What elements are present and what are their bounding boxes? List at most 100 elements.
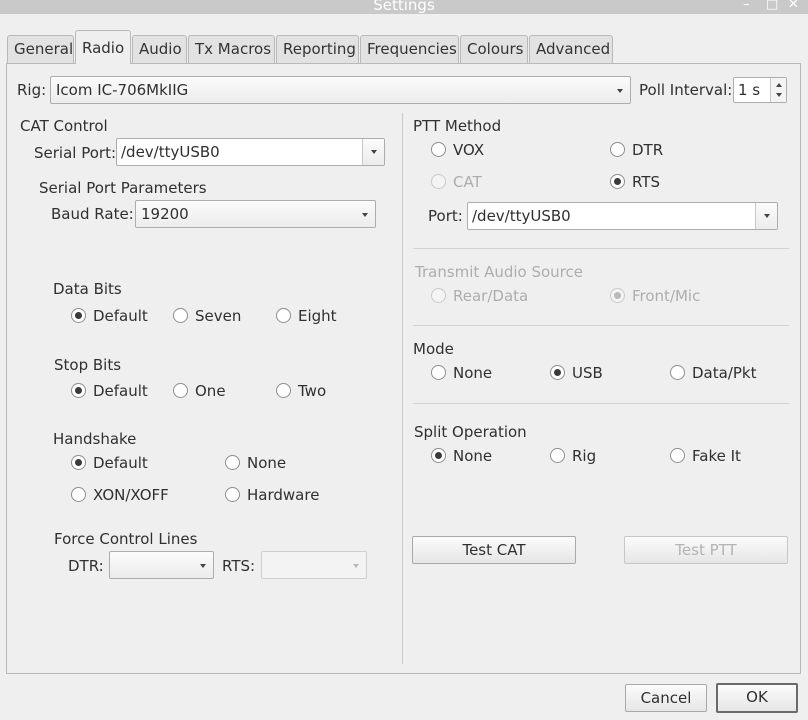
chevron-up-icon[interactable]: [776, 83, 782, 87]
radio-unchecked-icon[interactable]: [431, 288, 446, 303]
tab-general[interactable]: General: [7, 35, 74, 63]
test-ptt-button[interactable]: Test PTT: [624, 536, 788, 564]
radio-unchecked-icon[interactable]: [173, 383, 188, 398]
handshake-title: Handshake: [53, 430, 137, 448]
ptt-port-value[interactable]: /dev/ttyUSB0: [472, 203, 571, 229]
minimize-icon[interactable]: –: [743, 0, 750, 14]
poll-interval-label: Poll Interval:: [639, 81, 733, 99]
spin-buttons[interactable]: [770, 78, 786, 102]
radio-checked-icon[interactable]: [71, 308, 86, 323]
stop-bits-title: Stop Bits: [54, 356, 122, 374]
radio-label: None: [453, 364, 493, 382]
tab-advanced[interactable]: Advanced: [529, 35, 613, 63]
ptt-port-dropdown-button[interactable]: [755, 203, 777, 229]
radio-label: USB: [572, 364, 603, 382]
transmit-audio-source-title: Transmit Audio Source: [415, 263, 583, 281]
baud-rate-select[interactable]: 19200: [135, 200, 376, 228]
serial-port-parameters-title: Serial Port Parameters: [39, 179, 207, 197]
radio-label: DTR: [632, 141, 664, 159]
serial-port-label: Serial Port:: [34, 144, 117, 162]
radio-label: Fake It: [692, 447, 741, 465]
radio-unchecked-icon[interactable]: [225, 455, 240, 470]
separator: [413, 403, 789, 404]
radio-label: Two: [298, 382, 327, 400]
tab-radio[interactable]: Radio: [75, 30, 131, 64]
data-bits-title: Data Bits: [53, 280, 122, 298]
radio-label: RTS: [632, 173, 661, 191]
tab-frequencies[interactable]: Frequencies: [360, 35, 459, 63]
poll-interval-spinbox[interactable]: 1 s: [733, 77, 787, 103]
ok-button[interactable]: OK: [716, 683, 798, 713]
column-divider: [402, 113, 403, 664]
cancel-button[interactable]: Cancel: [625, 684, 707, 712]
tab-audio[interactable]: Audio: [132, 35, 187, 63]
maximize-icon[interactable]: □: [766, 0, 778, 14]
radio-unchecked-icon[interactable]: [276, 383, 291, 398]
radio-unchecked-icon[interactable]: [431, 174, 446, 189]
radio-unchecked-icon[interactable]: [71, 487, 86, 502]
rig-select[interactable]: Icom IC-706MkIIG: [50, 76, 631, 104]
rts-select[interactable]: [261, 551, 367, 579]
rts-label: RTS:: [222, 557, 256, 575]
radio-unchecked-icon[interactable]: [431, 365, 446, 380]
radio-label: XON/XOFF: [93, 486, 169, 504]
serial-port-combo[interactable]: /dev/ttyUSB0: [116, 138, 385, 166]
radio-checked-icon[interactable]: [610, 174, 625, 189]
test-cat-button[interactable]: Test CAT: [412, 536, 576, 564]
chevron-down-icon: [362, 213, 368, 217]
radio-unchecked-icon[interactable]: [431, 142, 446, 157]
ptt-port-combo[interactable]: /dev/ttyUSB0: [467, 202, 778, 230]
radio-label: Hardware: [247, 486, 320, 504]
rig-label: Rig:: [17, 81, 47, 99]
split-operation-title: Split Operation: [414, 423, 527, 441]
tab-reporting[interactable]: Reporting: [276, 35, 359, 63]
radio-label: None: [247, 454, 287, 472]
cat-control-title: CAT Control: [20, 117, 108, 135]
radio-unchecked-icon[interactable]: [225, 487, 240, 502]
serial-port-value[interactable]: /dev/ttyUSB0: [121, 139, 220, 165]
poll-interval-value: 1 s: [738, 81, 761, 99]
radio-unchecked-icon[interactable]: [276, 308, 291, 323]
ptt-method-title: PTT Method: [413, 117, 502, 135]
baud-rate-value: 19200: [141, 205, 189, 223]
dtr-select[interactable]: [109, 551, 214, 579]
radio-checked-icon[interactable]: [550, 365, 565, 380]
radio-unchecked-icon[interactable]: [670, 448, 685, 463]
tab-colours[interactable]: Colours: [460, 35, 528, 63]
baud-rate-label: Baud Rate:: [51, 205, 134, 223]
radio-checked-icon[interactable]: [71, 383, 86, 398]
force-control-lines-title: Force Control Lines: [54, 530, 198, 548]
radio-label: VOX: [453, 141, 485, 159]
tab-tx-macros[interactable]: Tx Macros: [188, 35, 275, 63]
radio-label: CAT: [453, 173, 482, 191]
radio-label: One: [195, 382, 226, 400]
radio-label: None: [453, 447, 493, 465]
radio-label: Rig: [572, 447, 597, 465]
title-bar: Settings – □ ✕: [0, 0, 808, 14]
radio-checked-icon[interactable]: [431, 448, 446, 463]
serial-port-dropdown-button[interactable]: [362, 139, 384, 165]
radio-label: Data/Pkt: [692, 364, 757, 382]
close-icon[interactable]: ✕: [788, 0, 799, 14]
chevron-down-icon[interactable]: [776, 93, 782, 97]
radio-unchecked-icon[interactable]: [610, 142, 625, 157]
radio-label: Rear/Data: [453, 287, 529, 305]
radio-unchecked-icon[interactable]: [173, 308, 188, 323]
radio-label: Default: [93, 382, 148, 400]
radio-label: Default: [93, 307, 148, 325]
separator: [413, 248, 789, 249]
chevron-down-icon: [617, 89, 623, 93]
chevron-down-icon: [764, 214, 770, 218]
rig-value: Icom IC-706MkIIG: [56, 81, 189, 99]
radio-checked-icon[interactable]: [610, 288, 625, 303]
radio-label: Default: [93, 454, 148, 472]
radio-unchecked-icon[interactable]: [550, 448, 565, 463]
separator: [413, 325, 789, 326]
chevron-down-icon: [200, 564, 206, 568]
mode-title: Mode: [413, 340, 454, 358]
radio-label: Seven: [195, 307, 242, 325]
chevron-down-icon: [371, 150, 377, 154]
radio-unchecked-icon[interactable]: [670, 365, 685, 380]
chevron-down-icon: [353, 564, 359, 568]
radio-checked-icon[interactable]: [71, 455, 86, 470]
